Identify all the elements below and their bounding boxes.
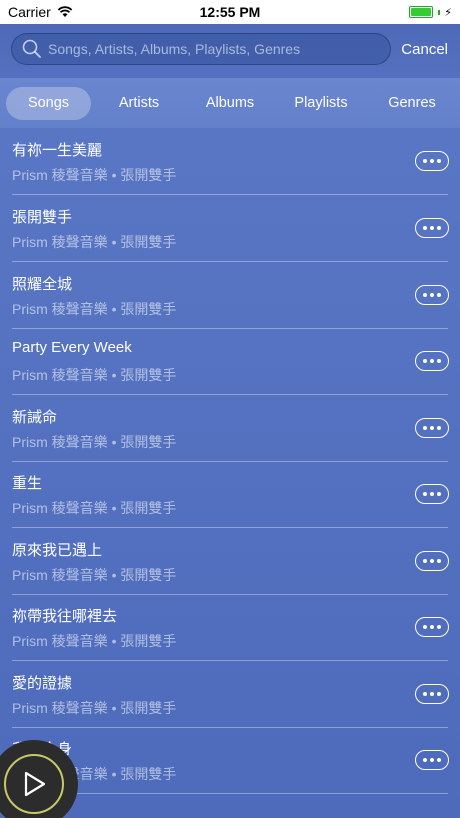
song-title: 新誡命: [12, 409, 58, 426]
song-artist: Prism 稜聲音樂: [12, 167, 108, 183]
song-album: 張開雙手: [120, 766, 177, 782]
song-subtitle: Prism 稜聲音樂 • 張開雙手: [12, 232, 176, 252]
search-input[interactable]: [48, 41, 390, 57]
more-icon[interactable]: [415, 551, 449, 571]
song-artist: Prism 稜聲音樂: [12, 234, 108, 250]
tab-artists[interactable]: Artists: [98, 87, 180, 120]
song-subtitle: Prism 稜聲音樂 • 張開雙手: [12, 565, 176, 585]
song-row[interactable]: 新誡命 Prism 稜聲音樂 • 張開雙手: [0, 395, 460, 462]
song-subtitle: Prism 稜聲音樂 • 張開雙手: [12, 365, 176, 385]
song-subtitle: Prism 稜聲音樂 • 張開雙手: [12, 165, 176, 185]
song-subtitle: Prism 稜聲音樂 • 張開雙手: [12, 698, 176, 718]
song-row[interactable]: 有祢一生美麗 Prism 稜聲音樂 • 張開雙手: [0, 128, 460, 195]
separator: •: [111, 766, 117, 782]
more-icon[interactable]: [415, 418, 449, 438]
song-album: 張開雙手: [120, 700, 177, 716]
song-row[interactable]: 祢帶我往哪裡去 Prism 稜聲音樂 • 張開雙手: [0, 594, 460, 661]
song-title: 愛的證據: [12, 675, 73, 692]
separator: •: [111, 500, 117, 516]
song-artist: Prism 稜聲音樂: [12, 367, 108, 383]
song-artist: Prism 稜聲音樂: [12, 500, 108, 516]
song-row[interactable]: Party Every Week Prism 稜聲音樂 • 張開雙手: [0, 328, 460, 395]
song-title: 有祢一生美麗: [12, 142, 103, 159]
tab-songs[interactable]: Songs: [6, 87, 91, 120]
tab-albums[interactable]: Albums: [190, 87, 270, 120]
separator: •: [111, 234, 117, 250]
more-icon[interactable]: [415, 684, 449, 704]
song-title: Party Every Week: [12, 339, 132, 356]
song-row[interactable]: 照耀全城 Prism 稜聲音樂 • 張開雙手: [0, 262, 460, 329]
song-album: 張開雙手: [120, 633, 177, 649]
more-icon[interactable]: [415, 285, 449, 305]
song-title: 祢帶我往哪裡去: [12, 608, 118, 625]
song-title: 張開雙手: [12, 209, 73, 226]
separator: •: [111, 434, 117, 450]
song-subtitle: Prism 稜聲音樂 • 張開雙手: [12, 631, 176, 651]
wifi-icon: [57, 6, 73, 17]
divider: [12, 793, 448, 794]
song-artist: Prism 稜聲音樂: [12, 301, 108, 317]
song-artist: Prism 稜聲音樂: [12, 567, 108, 583]
song-row[interactable]: 張開雙手 Prism 稜聲音樂 • 張開雙手: [0, 195, 460, 262]
separator: •: [111, 167, 117, 183]
search-icon: [22, 39, 41, 58]
song-album: 張開雙手: [120, 301, 177, 317]
separator: •: [111, 700, 117, 716]
song-subtitle: Prism 稜聲音樂 • 張開雙手: [12, 432, 176, 452]
separator: •: [111, 633, 117, 649]
song-album: 張開雙手: [120, 500, 177, 516]
tab-playlists[interactable]: Playlists: [280, 87, 362, 120]
song-album: 張開雙手: [120, 234, 177, 250]
song-artist: Prism 稜聲音樂: [12, 700, 108, 716]
more-icon[interactable]: [415, 617, 449, 637]
song-title: 原來我已遇上: [12, 542, 103, 559]
song-row[interactable]: 愛的證據 Prism 稜聲音樂 • 張開雙手: [0, 661, 460, 728]
more-icon[interactable]: [415, 218, 449, 238]
charging-icon: ⚡: [444, 6, 452, 19]
status-bar: Carrier 12:55 PM ⚡: [0, 0, 460, 24]
song-album: 張開雙手: [120, 367, 177, 383]
song-subtitle: Prism 稜聲音樂 • 張開雙手: [12, 299, 176, 319]
search-area: Cancel: [0, 24, 460, 78]
more-icon[interactable]: [415, 351, 449, 371]
song-artist: Prism 稜聲音樂: [12, 434, 108, 450]
battery-icon: ⚡: [409, 6, 452, 19]
song-artist: Prism 稜聲音樂: [12, 633, 108, 649]
song-subtitle: Prism 稜聲音樂 • 張開雙手: [12, 498, 176, 518]
more-icon[interactable]: [415, 484, 449, 504]
carrier-label: Carrier: [8, 4, 51, 20]
category-tabs: Songs Artists Albums Playlists Genres: [0, 78, 460, 128]
more-icon[interactable]: [415, 151, 449, 171]
song-album: 張開雙手: [120, 434, 177, 450]
search-box[interactable]: [11, 33, 391, 65]
tab-genres[interactable]: Genres: [372, 87, 452, 120]
song-album: 張開雙手: [120, 567, 177, 583]
song-title: 照耀全城: [12, 276, 73, 293]
song-row[interactable]: 重生 Prism 稜聲音樂 • 張開雙手: [0, 461, 460, 528]
song-album: 張開雙手: [120, 167, 177, 183]
separator: •: [111, 301, 117, 317]
cancel-button[interactable]: Cancel: [401, 41, 448, 58]
song-title: 重生: [12, 475, 43, 492]
separator: •: [111, 567, 117, 583]
separator: •: [111, 367, 117, 383]
song-row[interactable]: 原來我已遇上 Prism 稜聲音樂 • 張開雙手: [0, 528, 460, 595]
more-icon[interactable]: [415, 750, 449, 770]
play-icon: [24, 771, 46, 797]
